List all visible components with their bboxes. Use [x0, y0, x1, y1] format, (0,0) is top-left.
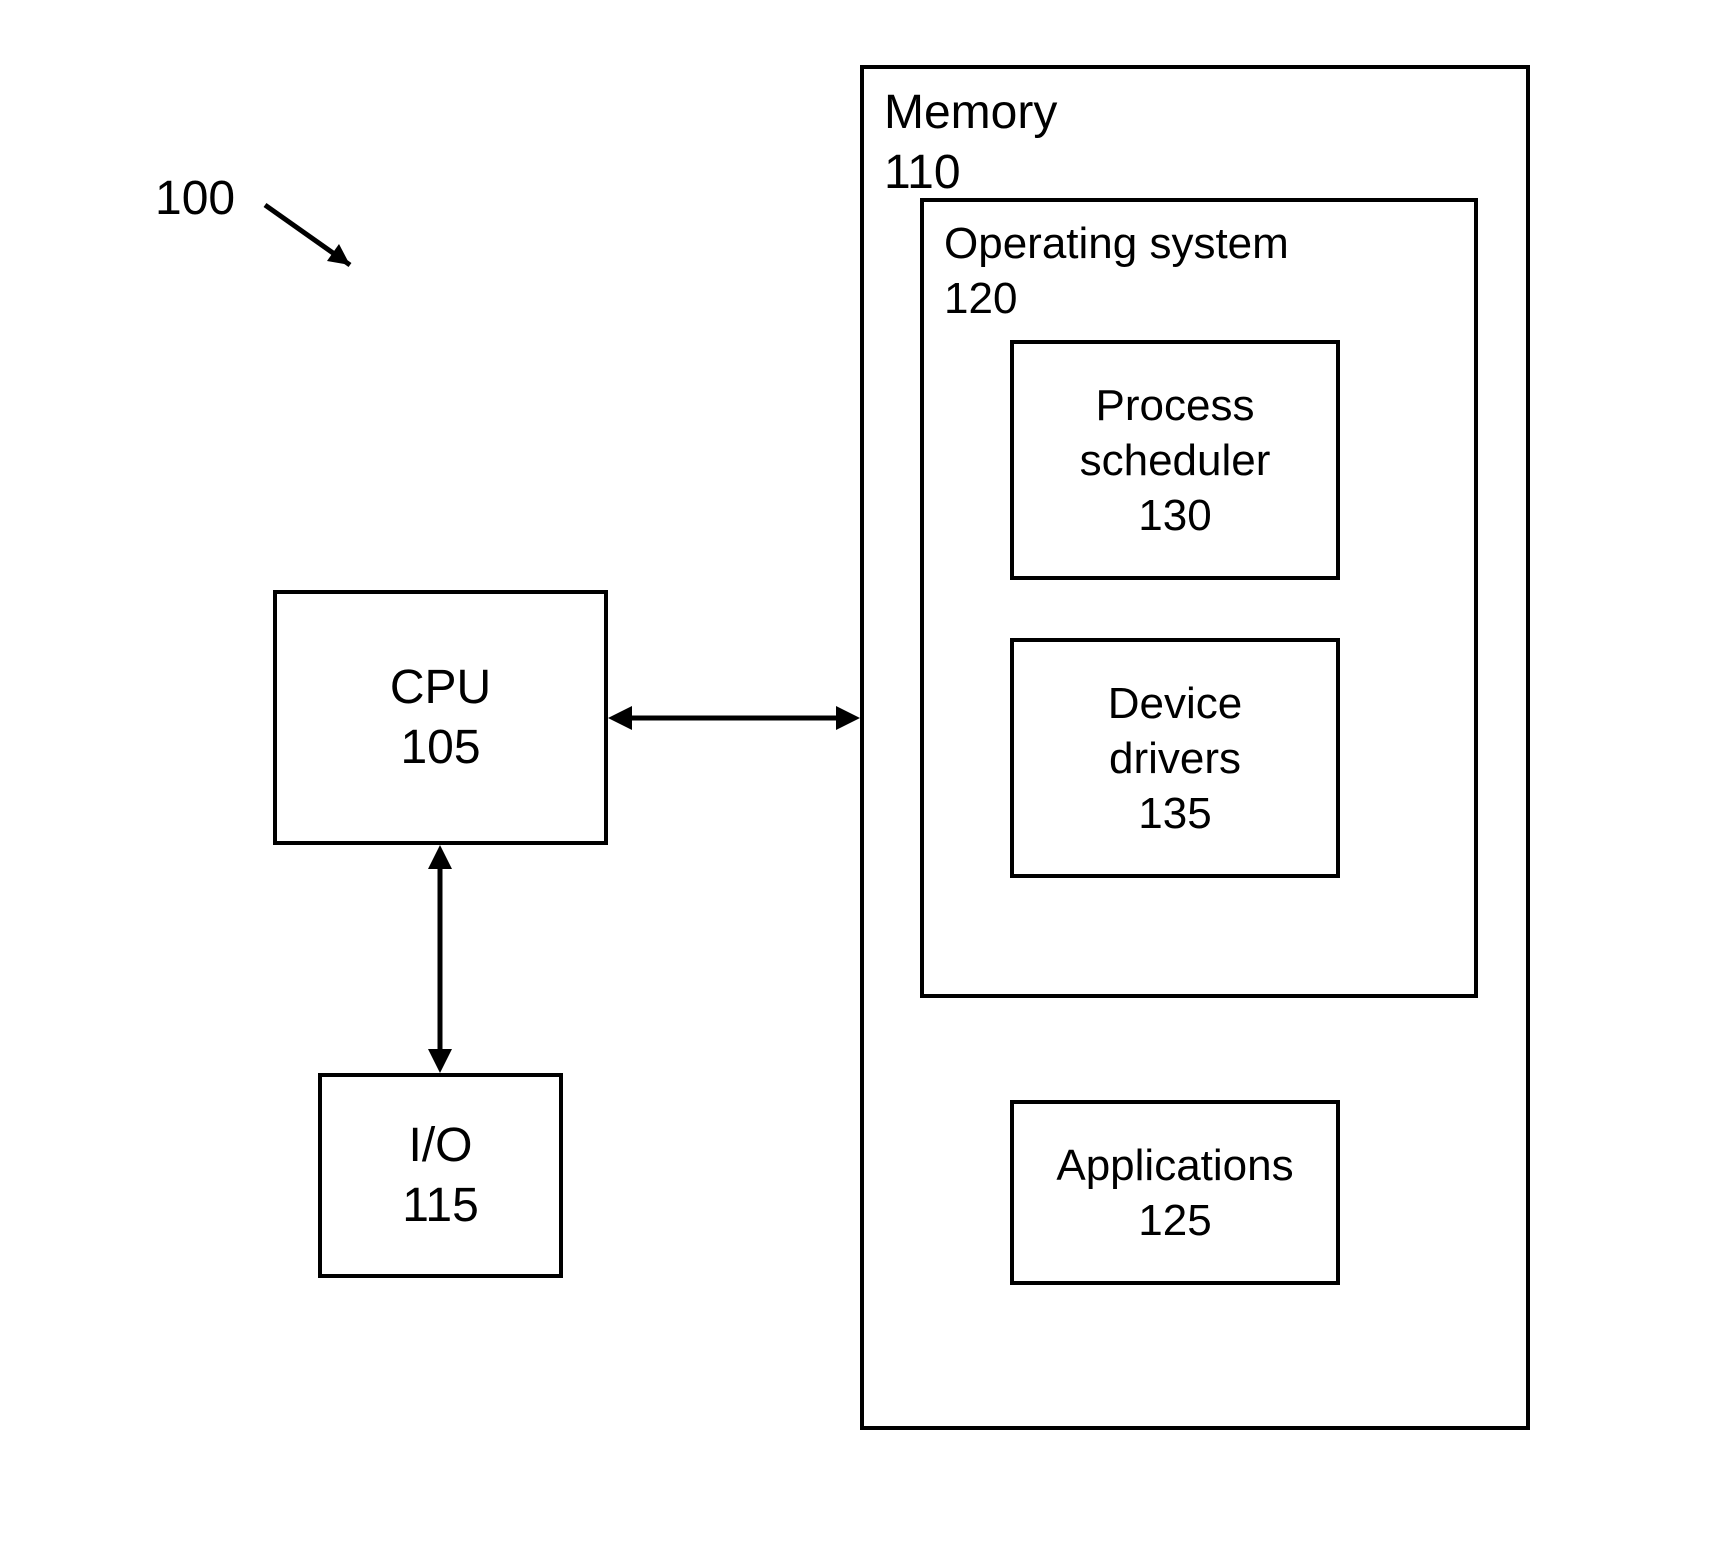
io-label: I/O: [408, 1116, 472, 1176]
figure-ref-text: 100: [155, 172, 235, 225]
cpu-io-arrow-icon: [420, 845, 460, 1073]
cpu-memory-arrow-icon: [608, 698, 860, 738]
cpu-number: 105: [400, 718, 480, 778]
scheduler-line1: Process: [1096, 378, 1255, 433]
io-number: 115: [402, 1176, 479, 1236]
scheduler-number: 130: [1138, 488, 1211, 543]
cpu-box: CPU 105: [273, 590, 608, 845]
drivers-line2: drivers: [1109, 731, 1241, 786]
os-number: 120: [944, 271, 1017, 326]
scheduler-box: Process scheduler 130: [1010, 340, 1340, 580]
figure-reference: 100: [155, 175, 235, 223]
memory-label: Memory: [884, 83, 1057, 143]
cpu-label: CPU: [390, 658, 491, 718]
figure-ref-arrow-icon: [255, 195, 375, 285]
drivers-number: 135: [1138, 786, 1211, 841]
apps-label: Applications: [1056, 1138, 1293, 1193]
drivers-line1: Device: [1108, 676, 1243, 731]
drivers-box: Device drivers 135: [1010, 638, 1340, 878]
io-box: I/O 115: [318, 1073, 563, 1278]
apps-number: 125: [1138, 1193, 1211, 1248]
os-box: Operating system 120: [920, 198, 1478, 998]
apps-box: Applications 125: [1010, 1100, 1340, 1285]
os-label: Operating system: [944, 216, 1289, 271]
memory-number: 110: [884, 143, 961, 203]
scheduler-line2: scheduler: [1080, 433, 1271, 488]
